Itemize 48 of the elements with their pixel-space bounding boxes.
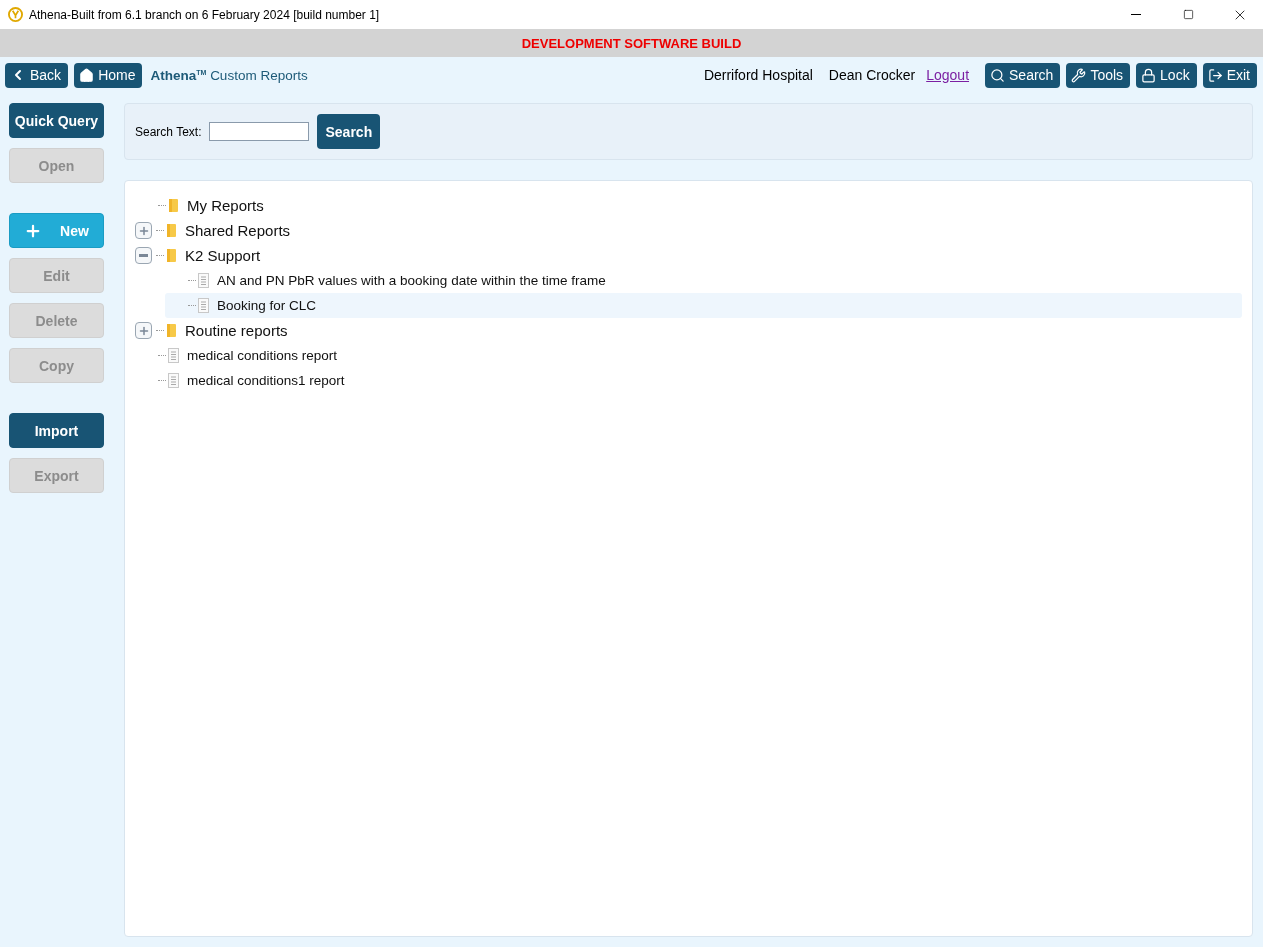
plus-icon [137,224,150,237]
logout-link[interactable]: Logout [926,67,970,83]
banner-text: DEVELOPMENT SOFTWARE BUILD [521,35,742,51]
app-logo-icon [8,7,23,22]
exit-button[interactable]: Exit [1202,62,1257,88]
search-icon [990,67,1006,83]
minimize-icon [1131,14,1141,15]
folder-icon [166,323,177,338]
document-icon [198,273,209,288]
sidebar-button[interactable]: Import [9,413,104,448]
maximize-icon [1182,9,1194,20]
plus-icon [137,324,150,337]
folder-icon [168,198,179,213]
expand-button[interactable] [135,222,152,239]
document-icon [198,298,209,313]
document-icon [168,373,179,388]
folder-icon [166,223,177,238]
folder-icon [166,248,177,263]
home-icon [79,67,95,83]
location-text: Derriford Hospital [703,67,813,83]
lock-icon [1141,67,1157,83]
folder-label[interactable]: Shared Reports [185,222,291,239]
search-button[interactable]: Search [317,114,381,149]
document-icon [168,348,179,363]
lock-button[interactable]: Lock [1136,62,1197,88]
minus-icon [139,254,148,257]
tools-button[interactable]: Tools [1066,62,1131,88]
report-label[interactable]: medical conditions1 report [187,373,345,388]
collapse-button[interactable] [135,247,152,264]
folder-label[interactable]: K2 Support [185,247,261,264]
report-label[interactable]: AN and PN PbR values with a booking date within the time frame [217,273,606,288]
search-field[interactable] [209,122,310,141]
search-button[interactable]: Search [985,62,1061,88]
window-title: Athena-Built from 6.1 branch on 6 February 2024 [build number 1] [29,7,381,22]
page-title: Athena$^{TM}$ Custom Reports [150,67,308,83]
report-label[interactable]: medical conditions report [187,348,338,363]
exit-icon [1207,67,1223,83]
search-label: Search Text: [135,124,202,139]
back-button[interactable]: Back [5,62,69,88]
user-name: Dean Crocker [828,67,916,83]
home-button[interactable]: Home [74,62,143,88]
report-label[interactable]: Booking for CLC [217,298,317,313]
folder-label[interactable]: Routine reports [185,322,288,339]
selected-row[interactable]: Booking for CLC [165,293,1242,318]
expand-button[interactable] [135,322,152,339]
sidebar-button[interactable]: Quick Query [9,103,104,138]
tools-icon [1071,67,1087,83]
folder-label[interactable]: My Reports [187,197,264,214]
